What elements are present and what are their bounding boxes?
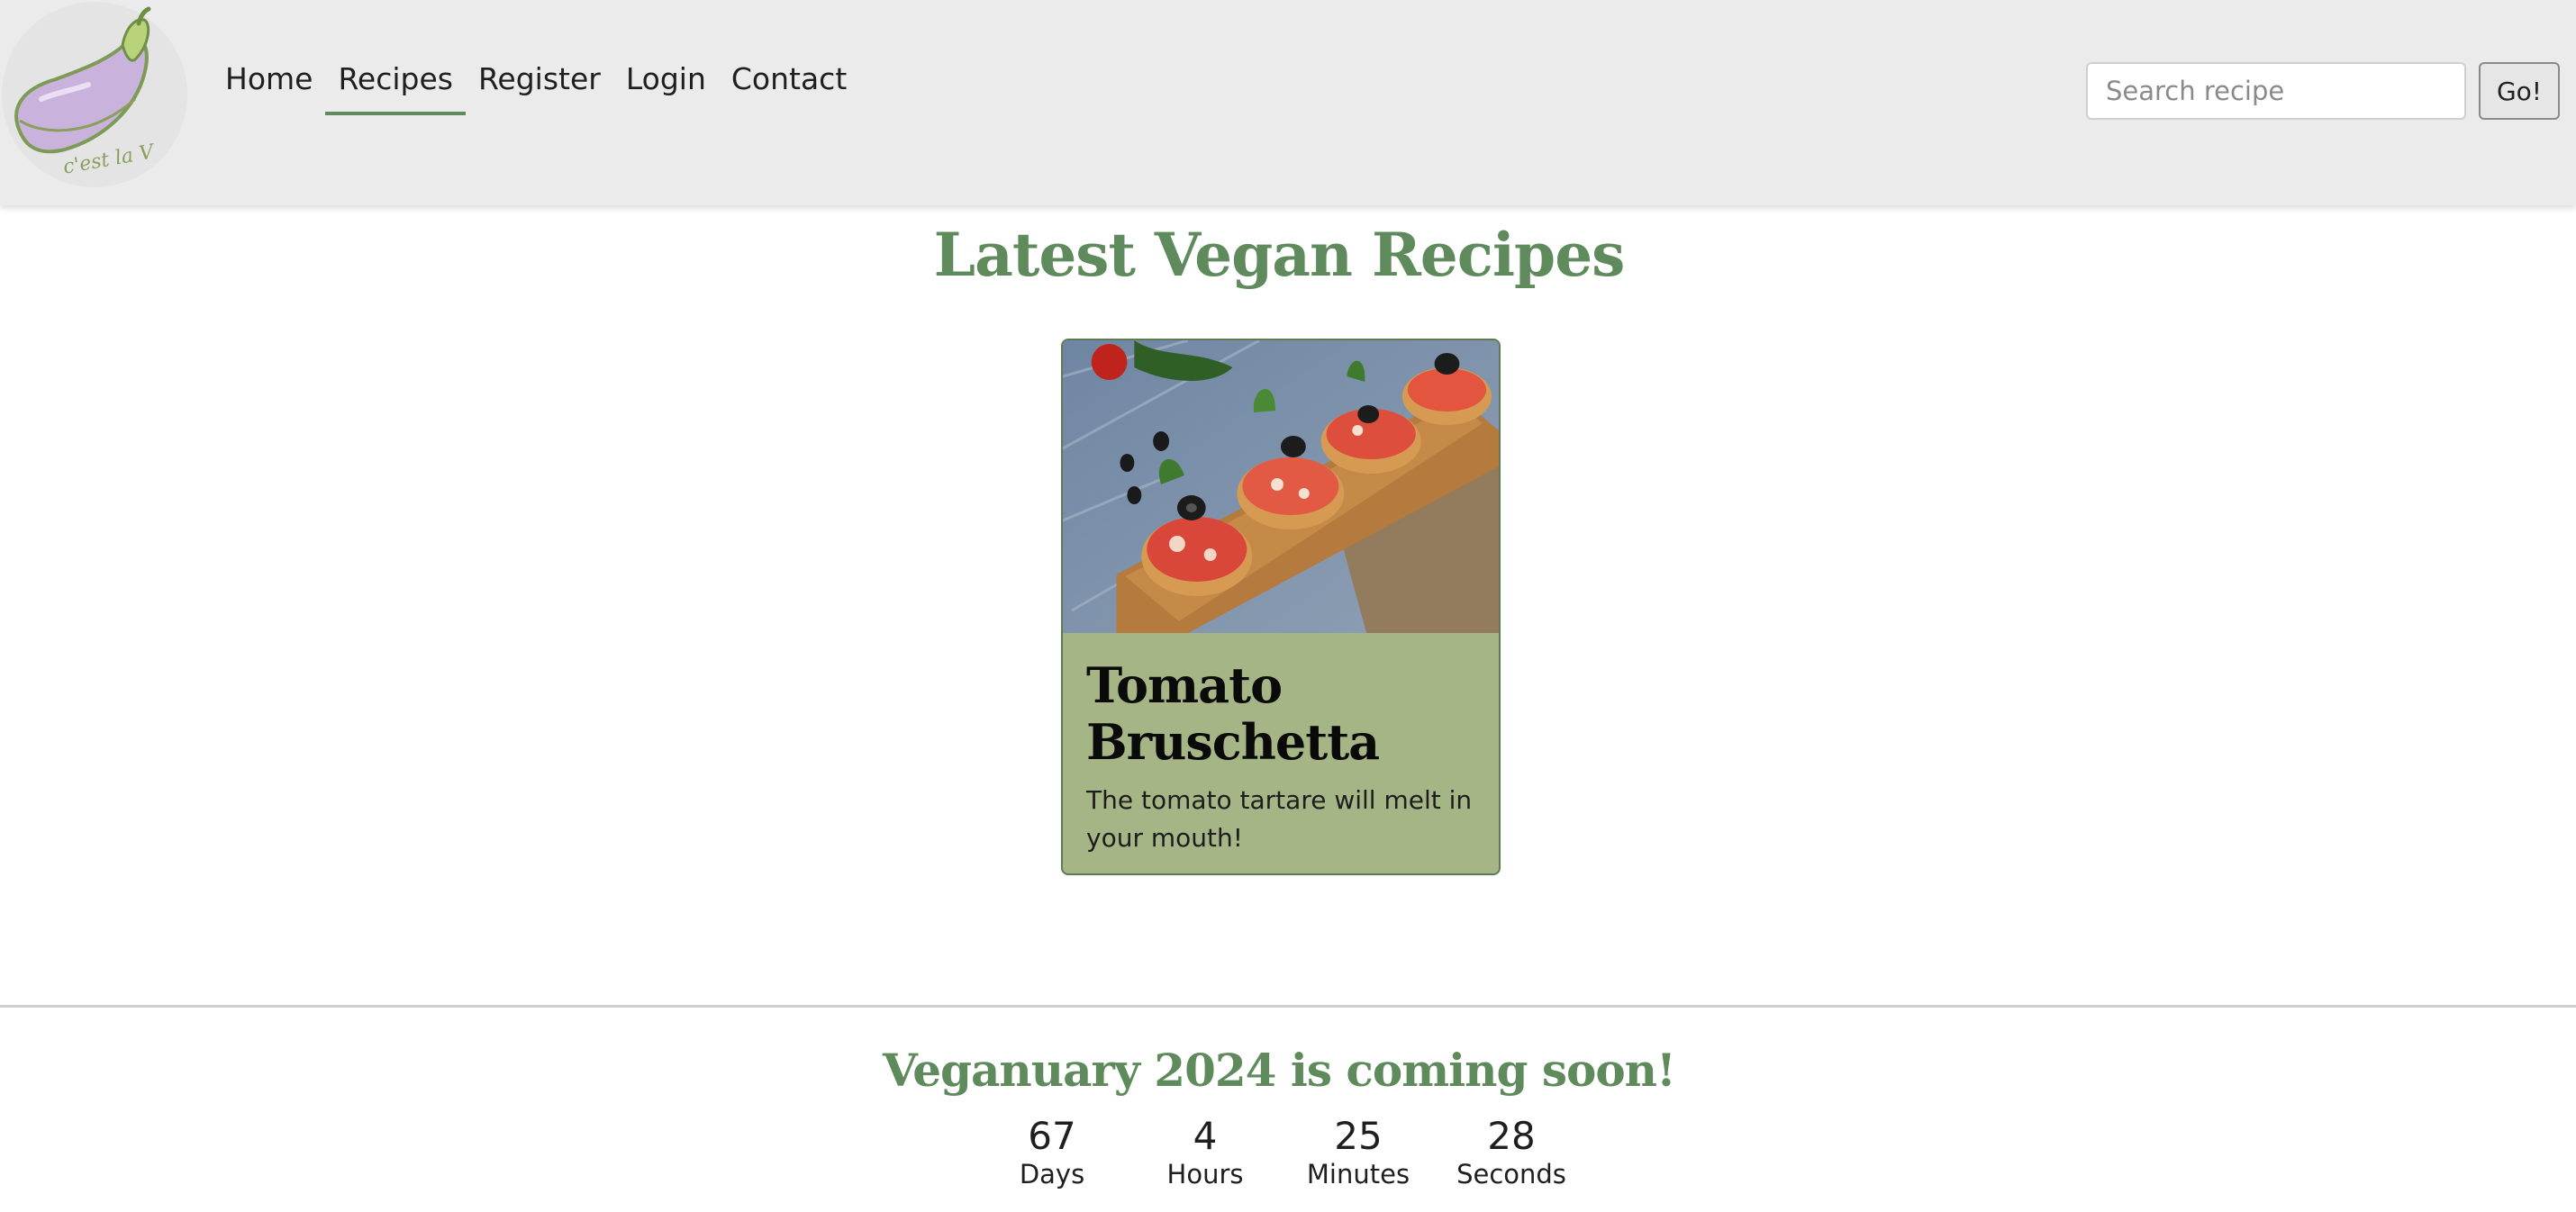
eggplant-logo-icon: c'est la V xyxy=(14,6,158,179)
countdown-label: Hours xyxy=(1166,1159,1244,1189)
main-nav: Home Recipes Register Login Contact xyxy=(213,56,859,115)
countdown-minutes: 25 Minutes xyxy=(1282,1113,1435,1189)
navbar: c'est la V Home Recipes Register Login C… xyxy=(0,0,2576,205)
nav-link-contact[interactable]: Contact xyxy=(719,56,859,115)
countdown-label: Seconds xyxy=(1456,1159,1566,1189)
recipe-card-description: The tomato tartare will melt in your mou… xyxy=(1086,785,1473,853)
countdown-label: Days xyxy=(1019,1159,1085,1189)
nav-link-register[interactable]: Register xyxy=(466,56,613,115)
countdown-days: 67 Days xyxy=(975,1113,1129,1189)
section-divider xyxy=(0,1005,2576,1008)
recipe-card-title: Tomato Bruschetta xyxy=(1086,656,1380,771)
countdown-value: 4 xyxy=(1193,1114,1218,1158)
site-logo[interactable]: c'est la V xyxy=(2,2,187,187)
countdown-value: 67 xyxy=(1028,1114,1076,1158)
recipe-card[interactable]: Tomato Bruschetta The tomato tartare wil… xyxy=(1061,339,1501,875)
page-title: Latest Vegan Recipes xyxy=(933,220,1626,290)
search-input[interactable] xyxy=(2086,62,2466,120)
countdown-value: 25 xyxy=(1334,1114,1383,1158)
recipe-image xyxy=(1063,340,1499,633)
countdown-label: Minutes xyxy=(1306,1159,1410,1189)
nav-link-recipes[interactable]: Recipes xyxy=(325,56,466,115)
countdown-seconds: 28 Seconds xyxy=(1435,1113,1588,1189)
countdown-value: 28 xyxy=(1487,1114,1536,1158)
countdown-title: Veganuary 2024 is coming soon! xyxy=(883,1044,1676,1097)
search-go-button[interactable]: Go! xyxy=(2479,62,2560,120)
countdown-hours: 4 Hours xyxy=(1129,1113,1282,1189)
nav-link-home[interactable]: Home xyxy=(213,56,325,115)
nav-link-login[interactable]: Login xyxy=(613,56,719,115)
countdown-timer: 67 Days 4 Hours 25 Minutes 28 Seconds xyxy=(975,1113,1588,1189)
